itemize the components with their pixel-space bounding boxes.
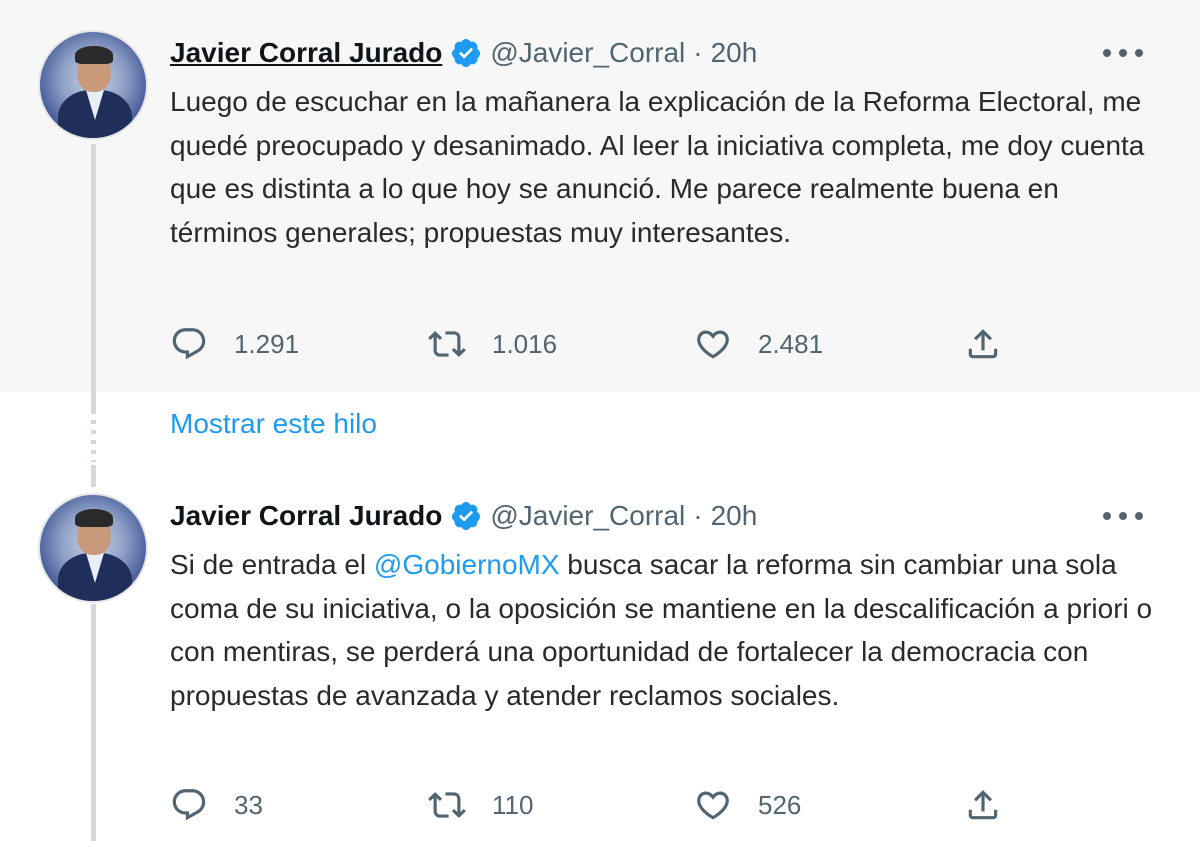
share-button[interactable]	[964, 324, 1028, 364]
reply-button[interactable]: 1.291	[170, 324, 299, 364]
tweet[interactable]: Javier Corral Jurado @Javier_Corral · 20…	[0, 0, 1200, 392]
retweet-icon	[428, 331, 466, 357]
like-button[interactable]: 2.481	[694, 324, 823, 364]
reply-button[interactable]: 33	[170, 785, 263, 825]
author-name[interactable]: Javier Corral Jurado	[170, 37, 442, 69]
timestamp[interactable]: 20h	[711, 37, 758, 69]
share-icon	[968, 790, 998, 820]
like-button[interactable]: 526	[694, 785, 801, 825]
thread-line	[91, 465, 96, 487]
like-icon	[697, 791, 729, 820]
tweet-actions: 1.291 1.016 2.481	[170, 324, 1030, 364]
separator-dot: ·	[693, 500, 703, 531]
avatar[interactable]	[38, 30, 148, 140]
verified-badge-icon	[452, 39, 481, 67]
tweet-text: Luego de escuchar en la mañanera la expl…	[170, 86, 1145, 248]
more-options-icon[interactable]	[1103, 40, 1143, 66]
share-button[interactable]	[964, 785, 1028, 825]
retweet-count: 110	[492, 789, 534, 820]
author-handle[interactable]: @Javier_Corral	[490, 37, 685, 69]
like-count: 2.481	[758, 328, 824, 359]
more-options-icon[interactable]	[1103, 503, 1143, 529]
retweet-count: 1.016	[492, 328, 558, 359]
timestamp[interactable]: 20h	[711, 500, 758, 532]
mention-link[interactable]: @GobiernoMX	[374, 549, 560, 580]
author-name[interactable]: Javier Corral Jurado	[170, 500, 442, 532]
show-thread-link[interactable]: Mostrar este hilo	[170, 408, 377, 440]
share-icon	[968, 329, 998, 359]
thread-line	[91, 604, 96, 841]
retweet-button[interactable]: 110	[428, 785, 533, 825]
thread-dots	[91, 410, 96, 462]
separator-dot: ·	[693, 37, 703, 68]
reply-count: 33	[234, 789, 263, 820]
avatar[interactable]	[38, 493, 148, 603]
like-count: 526	[758, 789, 802, 820]
reply-icon	[172, 789, 206, 821]
tweet-text: Si de entrada el @GobiernoMX busca sacar…	[170, 543, 1170, 717]
retweet-icon	[428, 792, 466, 818]
author-handle[interactable]: @Javier_Corral	[490, 500, 685, 532]
tweet-text-start: Si de entrada el	[170, 549, 374, 580]
verified-badge-icon	[452, 502, 481, 530]
tweet-actions: 33 110 526	[170, 785, 1030, 825]
reply-icon	[172, 328, 206, 360]
tweet-header: Javier Corral Jurado @Javier_Corral · 20…	[170, 34, 757, 72]
retweet-button[interactable]: 1.016	[428, 324, 557, 364]
tweet[interactable]: Javier Corral Jurado @Javier_Corral · 20…	[0, 463, 1200, 841]
thread-line	[91, 144, 96, 392]
reply-count: 1.291	[234, 328, 300, 359]
tweet-header: Javier Corral Jurado @Javier_Corral · 20…	[170, 497, 757, 535]
thread-line	[91, 392, 96, 410]
like-icon	[697, 330, 729, 359]
